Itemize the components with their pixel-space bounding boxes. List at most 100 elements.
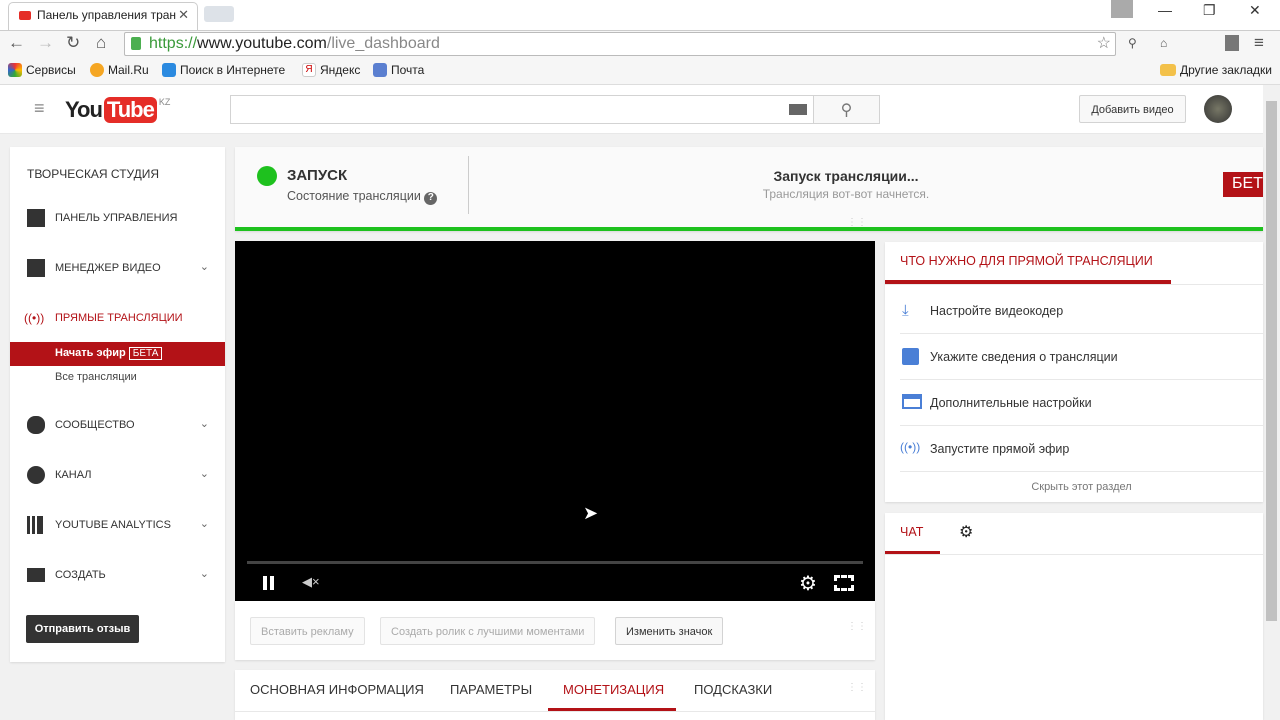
forward-icon[interactable]: →: [37, 33, 54, 53]
status-label: Состояние трансляции ?: [287, 189, 438, 205]
broadcast-icon: ((•)): [900, 440, 921, 454]
send-feedback-button[interactable]: Отправить отзыв: [26, 615, 139, 643]
settings-icon[interactable]: ⚙: [799, 571, 817, 596]
status-state: ЗАПУСК: [287, 167, 348, 184]
dashboard-icon: [27, 209, 45, 227]
tab-basic-info[interactable]: ОСНОВНАЯ ИНФОРМАЦИЯ: [250, 682, 424, 697]
analytics-icon: [27, 516, 43, 534]
sidebar-item-create[interactable]: СОЗДАТЬ ⌄: [10, 568, 225, 582]
stream-status-card: ЗАПУСК Состояние трансляции ? Запуск тра…: [235, 147, 1263, 231]
drag-handle-icon[interactable]: ⋮⋮: [847, 682, 867, 693]
browser-tab[interactable]: Панель управления тран ✕: [8, 2, 198, 30]
bookmark-services[interactable]: Сервисы: [8, 63, 76, 77]
menu-icon[interactable]: ≡: [1254, 33, 1264, 53]
scrollbar-thumb[interactable]: [1266, 101, 1277, 621]
checklist-title: ЧТО НУЖНО ДЛЯ ПРЯМОЙ ТРАНСЛЯЦИИ: [900, 254, 1153, 268]
bookmark-search[interactable]: Поиск в Интернете: [162, 63, 285, 77]
fullscreen-icon[interactable]: [834, 575, 854, 591]
hide-section-link[interactable]: Скрыть этот раздел: [900, 481, 1263, 493]
sidebar-item-channel[interactable]: КАНАЛ ⌄: [10, 466, 225, 484]
checklist-item-settings[interactable]: Дополнительные настройки: [900, 380, 1263, 426]
checklist-item-encoder[interactable]: ⤓ Настройте видеокодер: [900, 288, 1263, 334]
sidebar-item-video-manager[interactable]: МЕНЕДЖЕР ВИДЕО ⌄: [10, 259, 225, 277]
change-thumbnail-button[interactable]: Изменить значок: [615, 617, 724, 645]
youtube-header: ≡ You Tube KZ ⚲ Добавить видео: [0, 85, 1263, 134]
extension-search-icon[interactable]: ⚲: [1128, 36, 1137, 50]
beta-badge: БЕТА: [128, 347, 163, 360]
beta-label: БЕТ: [1223, 172, 1263, 197]
chat-card: ЧАТ ⚙: [885, 513, 1263, 720]
url-path: /live_dashboard: [326, 35, 440, 52]
video-player[interactable]: ◀× ⚙ ➤: [235, 241, 875, 601]
channel-icon: [27, 466, 45, 484]
youtube-logo[interactable]: You Tube KZ: [65, 97, 170, 123]
restore-button[interactable]: ❐: [1203, 2, 1216, 19]
tab-chat[interactable]: ЧАТ: [900, 525, 923, 539]
sidebar-sub-start-stream[interactable]: Начать эфир БЕТА: [10, 342, 225, 366]
tab-cards[interactable]: ПОДСКАЗКИ: [694, 682, 772, 697]
download-icon: ⤓: [902, 302, 909, 319]
new-tab-button[interactable]: [204, 6, 234, 22]
checklist-item-go-live[interactable]: ((•)) Запустите прямой эфир: [900, 426, 1263, 472]
url-scheme: https://: [149, 35, 198, 52]
search-icon: ⚲: [840, 102, 853, 119]
url-domain: www.youtube.com: [197, 35, 327, 52]
chat-settings-icon[interactable]: ⚙: [959, 522, 973, 542]
video-progress[interactable]: [247, 561, 863, 564]
search-input[interactable]: [230, 95, 814, 124]
bookmark-extension-icon[interactable]: [1225, 35, 1239, 51]
browser-toolbar: ← → ↻ ⌂ https://www.youtube.com/live_das…: [0, 30, 1280, 56]
bookmarks-bar: Сервисы Mail.Ru Поиск в Интернете Я Яндек…: [0, 56, 1280, 85]
help-icon[interactable]: ?: [424, 192, 438, 205]
divider: [468, 156, 469, 214]
checklist-card: ЧТО НУЖНО ДЛЯ ПРЯМОЙ ТРАНСЛЯЦИИ ⤓ Настрой…: [885, 242, 1263, 502]
extension-home-icon[interactable]: ⌂: [1160, 36, 1167, 50]
search-button[interactable]: ⚲: [813, 95, 880, 124]
scrollbar[interactable]: [1263, 85, 1280, 720]
bookmark-yandex[interactable]: Я Яндекс: [302, 63, 360, 77]
reload-icon[interactable]: ↻: [66, 33, 80, 53]
info-tabs: ОСНОВНАЯ ИНФОРМАЦИЯ ПАРАМЕТРЫ МОНЕТИЗАЦИ…: [235, 670, 875, 720]
bookmark-mailru[interactable]: Mail.Ru: [90, 63, 149, 77]
drag-handle-icon[interactable]: ⋮⋮: [847, 621, 867, 632]
profile-icon[interactable]: [1111, 0, 1133, 18]
sidebar-title: ТВОРЧЕСКАЯ СТУДИЯ: [27, 167, 160, 181]
youtube-favicon: [19, 11, 31, 20]
status-sub: Трансляция вот-вот начнется.: [762, 187, 930, 201]
star-icon[interactable]: ☆: [1097, 33, 1111, 53]
home-icon[interactable]: ⌂: [96, 33, 106, 53]
tab-monetization[interactable]: МОНЕТИЗАЦИЯ: [563, 682, 664, 697]
mouse-cursor: ➤: [583, 503, 599, 523]
chevron-down-icon: ⌄: [199, 261, 209, 273]
guide-menu-icon[interactable]: ≡: [34, 98, 45, 119]
avatar[interactable]: [1204, 95, 1232, 123]
sidebar-item-live[interactable]: ((•)) ПРЯМЫЕ ТРАНСЛЯЦИИ: [10, 311, 225, 325]
address-bar[interactable]: https://www.youtube.com/live_dashboard ☆: [124, 32, 1116, 56]
tab-parameters[interactable]: ПАРАМЕТРЫ: [450, 682, 532, 697]
mute-icon[interactable]: ◀×: [302, 574, 320, 590]
keyboard-icon[interactable]: [789, 104, 807, 115]
close-window-button[interactable]: ✕: [1249, 2, 1261, 19]
pause-icon[interactable]: [263, 576, 267, 590]
minimize-button[interactable]: —: [1158, 2, 1172, 18]
upload-button[interactable]: Добавить видео: [1079, 95, 1186, 123]
sidebar-sub-all-streams[interactable]: Все трансляции: [55, 371, 137, 383]
status-message: Запуск трансляции...: [773, 168, 919, 184]
sidebar-item-dashboard[interactable]: ПАНЕЛЬ УПРАВЛЕНИЯ: [10, 209, 225, 227]
studio-sidebar: ТВОРЧЕСКАЯ СТУДИЯ ПАНЕЛЬ УПРАВЛЕНИЯ МЕНЕ…: [10, 147, 225, 662]
close-tab-icon[interactable]: ✕: [178, 7, 189, 23]
status-indicator: [257, 166, 277, 186]
chart-icon: [902, 348, 919, 365]
bookmark-mail[interactable]: Почта: [373, 63, 424, 77]
create-highlights-button[interactable]: Создать ролик с лучшими моментами: [380, 617, 596, 645]
insert-ad-button[interactable]: Вставить рекламу: [250, 617, 365, 645]
sidebar-item-community[interactable]: СООБЩЕСТВО ⌄: [10, 416, 225, 434]
back-icon[interactable]: ←: [8, 33, 25, 53]
community-icon: [27, 416, 45, 434]
sidebar-item-analytics[interactable]: YOUTUBE ANALYTICS ⌄: [10, 516, 225, 534]
other-bookmarks[interactable]: Другие закладки: [1160, 63, 1272, 77]
status-progress-bar: [235, 227, 1263, 231]
checklist-item-info[interactable]: Укажите сведения о трансляции: [900, 334, 1263, 380]
card-icon: [902, 394, 922, 409]
actions-card: Вставить рекламу Создать ролик с лучшими…: [235, 601, 875, 660]
